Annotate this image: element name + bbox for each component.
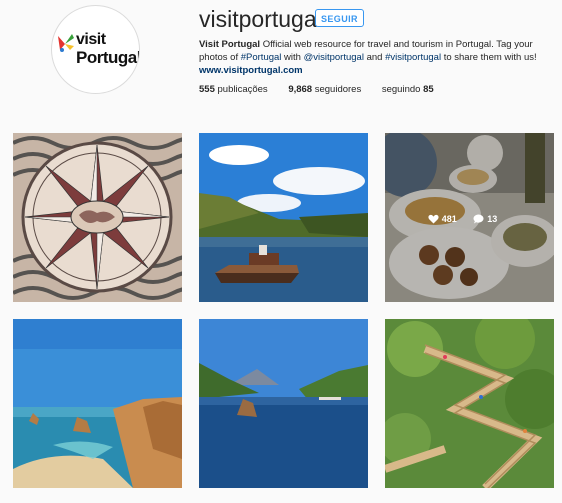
posts-count: 555 [199, 84, 215, 95]
profile-bio: Visit Portugal Official web resource for… [199, 38, 554, 77]
post-thumbnail-food-table[interactable]: 481 13 [385, 133, 554, 302]
profile-avatar[interactable]: visit Portugal [51, 5, 140, 94]
bio-mention-visitportugal[interactable]: @visitportugal [304, 52, 364, 63]
logo-word-portugal: Portugal [76, 48, 140, 67]
bio-text: with [281, 52, 304, 63]
bio-hashtag-portugal[interactable]: #Portugal [241, 52, 282, 63]
likes-count: 481 [441, 213, 457, 224]
following-label: seguindo [381, 84, 424, 95]
comment-icon [473, 214, 484, 224]
posts-label: publicações [214, 84, 268, 95]
bio-text: and [363, 52, 386, 63]
post-thumbnail-algarve-coast[interactable] [13, 319, 182, 488]
following-stat[interactable]: seguindo 85 [382, 84, 434, 95]
algarve-coast-image [13, 319, 182, 488]
profile-username: visitportugal [199, 6, 322, 32]
logo-mark-icon [58, 34, 74, 52]
douro-boat-image [199, 133, 368, 302]
following-count: 85 [423, 84, 434, 95]
followers-count: 9,868 [288, 84, 313, 95]
heart-icon [428, 214, 439, 224]
post-thumbnail-compass-rose[interactable] [13, 133, 182, 302]
follow-button[interactable]: SEGUIR [315, 9, 364, 27]
followers-stat[interactable]: 9,868 seguidores [288, 84, 361, 95]
compass-rose-image [13, 133, 182, 302]
posts-stat: 555 publicações [199, 84, 268, 95]
azores-bay-image [199, 319, 368, 488]
post-thumbnail-douro-boat[interactable] [199, 133, 368, 302]
profile-stats: 555 publicações 9,868 seguidores seguind… [199, 84, 452, 95]
bio-text: to share them with us! [441, 52, 537, 63]
post-thumbnail-wooden-walkway[interactable] [385, 319, 554, 488]
bio-hashtag-visitportugal[interactable]: #visitportugal [385, 52, 441, 63]
followers-label: seguidores [312, 84, 362, 95]
post-thumbnail-azores-bay[interactable] [199, 319, 368, 488]
wooden-walkway-image [385, 319, 554, 488]
post-hover-stats: 481 13 [385, 213, 554, 224]
bio-website-link[interactable]: www.visitportugal.com [199, 65, 303, 76]
logo-word-visit: visit [76, 31, 106, 48]
visitportugal-logo: visit Portugal [56, 26, 139, 76]
comments-count: 13 [487, 213, 498, 224]
bio-name: Visit Portugal [199, 39, 261, 50]
